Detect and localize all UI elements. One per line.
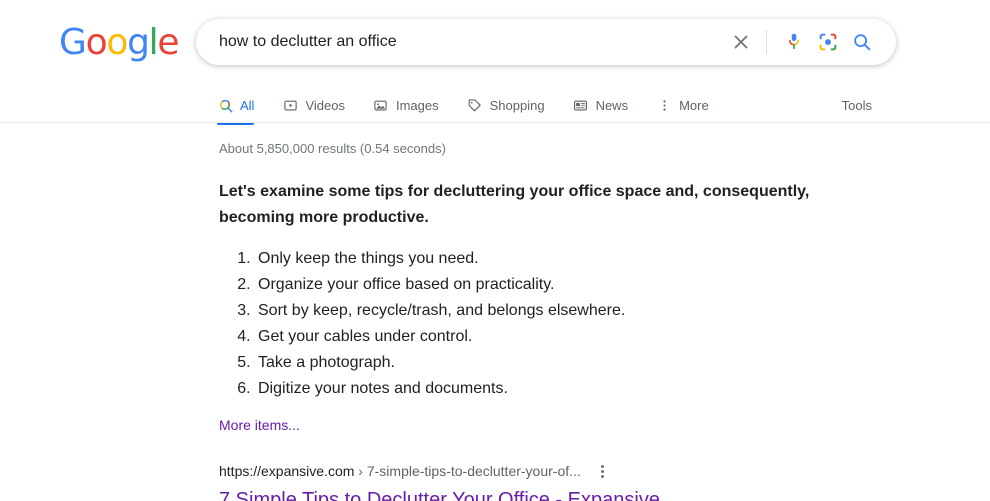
tools-button[interactable]: Tools: [842, 88, 872, 122]
list-item: Digitize your notes and documents.: [255, 376, 919, 402]
news-icon: [573, 97, 589, 113]
tab-news-label: News: [595, 97, 629, 113]
tab-images-label: Images: [395, 97, 439, 113]
tab-images[interactable]: Images: [373, 88, 439, 122]
logo-letter-g2: g: [127, 22, 150, 63]
search-actions-divider: [766, 30, 767, 54]
list-item: Organize your office based on practicali…: [255, 272, 919, 298]
tag-icon: [467, 97, 483, 113]
tab-news[interactable]: News: [573, 88, 629, 122]
close-icon[interactable]: [724, 25, 758, 59]
search-tabs-list: All Videos Images Shopping News More: [217, 88, 737, 125]
google-logo[interactable]: Google: [59, 22, 179, 63]
search-icon: [217, 97, 233, 113]
tab-videos[interactable]: Videos: [282, 88, 345, 122]
search-icon[interactable]: [845, 25, 879, 59]
results-stat: About 5,850,000 results (0.54 seconds): [219, 141, 446, 156]
list-item: Get your cables under control.: [255, 324, 919, 350]
microphone-icon[interactable]: [777, 25, 811, 59]
result-url-row: https://expansive.com › 7-simple-tips-to…: [219, 461, 919, 481]
image-icon: [373, 97, 389, 113]
list-item: Sort by keep, recycle/trash, and belongs…: [255, 298, 919, 324]
page-header: Google how to declutter an office All Vi…: [0, 0, 990, 125]
results-column: About 5,850,000 results (0.54 seconds) L…: [219, 122, 919, 501]
google-lens-icon[interactable]: [811, 25, 845, 59]
logo-letter-o1: o: [85, 22, 108, 63]
kebab-dot: [601, 474, 605, 478]
more-items-link[interactable]: More items...: [219, 416, 300, 434]
tab-more[interactable]: More: [656, 88, 709, 122]
result-options-icon[interactable]: [593, 461, 613, 481]
featured-snippet-heading: Let's examine some tips for decluttering…: [219, 183, 810, 226]
tab-shopping[interactable]: Shopping: [467, 88, 545, 122]
search-tabs: All Videos Images Shopping News More Too…: [0, 88, 990, 125]
list-item: Take a photograph.: [255, 350, 919, 376]
result-title-link[interactable]: 7 Simple Tips to Declutter Your Office -…: [219, 487, 660, 501]
featured-snippet-list: Only keep the things you need. Organize …: [219, 246, 919, 402]
logo-letter-g1: G: [59, 22, 87, 63]
search-input-container: [197, 29, 724, 55]
kebab-icon: [656, 97, 672, 113]
result-url[interactable]: https://expansive.com › 7-simple-tips-to…: [219, 461, 581, 481]
tools-button-label: Tools: [841, 97, 872, 113]
tab-videos-label: Videos: [305, 97, 345, 113]
list-item: Only keep the things you need.: [255, 246, 919, 272]
google-search-results-page: Google how to declutter an office All Vi…: [0, 0, 990, 501]
kebab-dot: [601, 469, 605, 473]
video-icon: [282, 97, 298, 113]
kebab-dot: [601, 464, 605, 468]
search-bar[interactable]: [196, 19, 896, 65]
result-path: › 7-simple-tips-to-declutter-your-of...: [354, 463, 581, 479]
tab-all[interactable]: All: [217, 88, 255, 125]
search-result: https://expansive.com › 7-simple-tips-to…: [219, 461, 919, 501]
tab-shopping-label: Shopping: [489, 97, 545, 113]
logo-letter-e: e: [157, 22, 179, 63]
result-domain: https://expansive.com: [219, 463, 355, 479]
tab-more-label: More: [679, 97, 709, 113]
logo-letter-o2: o: [106, 22, 128, 63]
search-input[interactable]: [217, 29, 724, 55]
tab-all-label: All: [240, 97, 255, 113]
search-bar-actions: [724, 25, 895, 59]
